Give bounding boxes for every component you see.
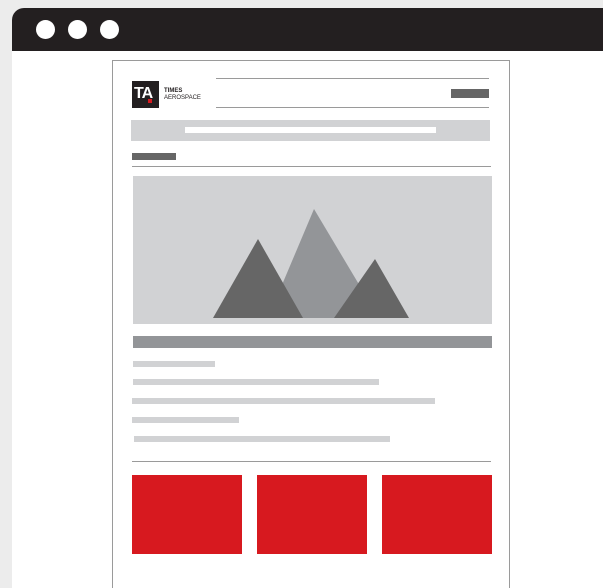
cards-divider bbox=[132, 461, 491, 462]
window-control-dot-icon[interactable] bbox=[36, 20, 55, 39]
text-line-placeholder bbox=[134, 436, 390, 442]
email-template-page: TA TIMES AEROSPACE bbox=[112, 60, 510, 588]
window-titlebar bbox=[12, 8, 603, 51]
card-2[interactable] bbox=[257, 475, 367, 554]
window-control-dot-icon[interactable] bbox=[68, 20, 87, 39]
text-line-placeholder bbox=[132, 398, 435, 404]
logo-accent-dot bbox=[148, 99, 152, 103]
header-bottom-rule bbox=[216, 107, 489, 108]
text-line-placeholder bbox=[133, 379, 379, 385]
text-line-placeholder bbox=[133, 361, 215, 367]
section-divider bbox=[132, 166, 491, 167]
header-button-placeholder[interactable] bbox=[451, 89, 489, 98]
headline-placeholder bbox=[133, 336, 492, 348]
card-3[interactable] bbox=[382, 475, 492, 554]
section-label-placeholder bbox=[132, 153, 176, 160]
mountain-placeholder-icon bbox=[213, 209, 409, 318]
window-control-dot-icon[interactable] bbox=[100, 20, 119, 39]
header-top-rule bbox=[216, 78, 489, 79]
banner-text-placeholder bbox=[185, 127, 436, 133]
banner-placeholder bbox=[131, 120, 490, 141]
text-line-placeholder bbox=[132, 417, 239, 423]
card-1[interactable] bbox=[132, 475, 242, 554]
brand-name-line2: AEROSPACE bbox=[164, 94, 201, 101]
hero-image-placeholder bbox=[133, 176, 492, 324]
brand-name: TIMES AEROSPACE bbox=[164, 88, 201, 101]
browser-window: TA TIMES AEROSPACE bbox=[12, 8, 603, 588]
brand-logo: TA bbox=[132, 81, 159, 108]
